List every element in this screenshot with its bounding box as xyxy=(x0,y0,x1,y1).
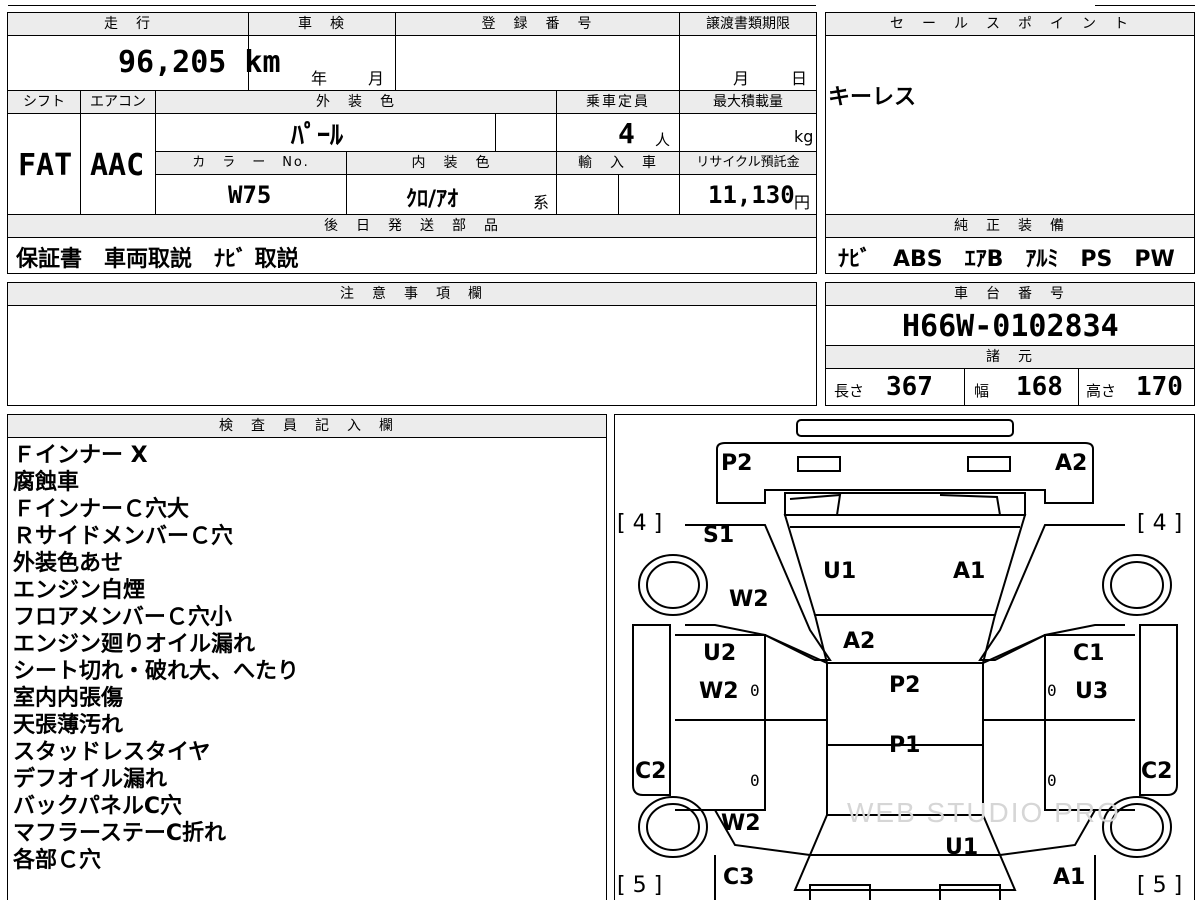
interior-color-suffix: 系 xyxy=(533,193,550,212)
inspector-note-item: デフオイル漏れ xyxy=(13,767,168,792)
sales-points-header: セ ー ル ス ポ イ ン ト xyxy=(826,13,1194,35)
inspector-note-item: ＦインナーＣ穴大 xyxy=(13,497,190,522)
inspector-header: 検 査 員 記 入 欄 xyxy=(8,415,606,437)
shaken-header: 車 検 xyxy=(249,13,395,35)
zero-mark-right-door: 0 xyxy=(1047,681,1057,700)
exterior-color-value: ﾊﾟｰﾙ xyxy=(291,121,344,151)
zero-mark-right-rear: 0 xyxy=(1047,771,1057,790)
vehicle-info-table: 走 行 車 検 登 録 番 号 譲渡書類期限 96,205 km 年 月 月 日… xyxy=(7,12,817,274)
deadline-day-unit: 日 xyxy=(791,69,808,88)
inspector-note-item: ＲサイドメンバーＣ穴 xyxy=(13,524,234,549)
import-header: 輸 入 車 xyxy=(557,152,679,174)
later-parts-value: 保証書 車両取説 ﾅﾋﾞ 取説 xyxy=(16,247,299,272)
damage-label-a1-hood: A1 xyxy=(953,559,986,584)
damage-label-a2-windshield: A2 xyxy=(843,629,876,654)
equipment-value: ﾅﾋﾞ ABS ｴｱB ｱﾙﾐ PS PW xyxy=(838,247,1175,272)
recycle-unit: 円 xyxy=(794,193,811,212)
length-label: 長さ xyxy=(834,382,865,400)
inspector-note-item: フロアメンバーＣ穴小 xyxy=(13,605,232,630)
max-load-unit: kg xyxy=(794,127,814,146)
inspector-note-item: 腐蝕車 xyxy=(13,470,80,495)
chassis-box: 車 台 番 号 H66W-0102834 諸 元 長さ 367 幅 168 高さ… xyxy=(825,282,1195,406)
zero-mark-left-rear: 0 xyxy=(750,771,760,790)
damage-label-p2-front-left: P2 xyxy=(721,451,753,476)
damage-label-w2-left-door: W2 xyxy=(699,679,739,704)
zero-mark-left-door: 0 xyxy=(750,681,760,700)
shaken-month-unit: 月 xyxy=(368,69,385,88)
damage-label-w2-left-rear: W2 xyxy=(721,811,761,836)
chassis-header: 車 台 番 号 xyxy=(826,283,1194,305)
damage-label-c2-right: C2 xyxy=(1141,759,1173,784)
inspector-note-item: 室内内張傷 xyxy=(13,686,124,711)
damage-label-p2-roof: P2 xyxy=(889,673,921,698)
height-value: 170 xyxy=(1136,372,1183,402)
mileage-header: 走 行 xyxy=(8,13,248,35)
caution-box: 注 意 事 項 欄 xyxy=(7,282,817,406)
damage-label-u1-rear: U1 xyxy=(945,835,979,860)
sales-points-value: キーレス xyxy=(828,85,917,110)
damage-label-c2-left: C2 xyxy=(635,759,667,784)
inspector-note-item: シート切れ・破れ大、へたり xyxy=(13,659,300,684)
tire-front-right-tread: [ 4 ] xyxy=(1137,511,1183,536)
damage-label-w2-left-front: W2 xyxy=(729,587,769,612)
tire-rear-right-tread: [ 5 ] xyxy=(1137,873,1183,898)
registration-header: 登 録 番 号 xyxy=(396,13,679,35)
inspector-note-item: エンジン白煙 xyxy=(13,578,146,603)
transfer-deadline-header: 譲渡書類期限 xyxy=(680,13,816,35)
width-label: 幅 xyxy=(974,382,990,400)
aircon-value: AAC xyxy=(90,148,145,183)
capacity-header: 乗車定員 xyxy=(557,91,679,113)
inspector-note-item: 外装色あせ xyxy=(13,551,124,576)
inspector-note-item: 天張薄汚れ xyxy=(13,713,124,738)
chassis-value: H66W-0102834 xyxy=(902,309,1119,344)
max-load-header: 最大積載量 xyxy=(680,91,816,113)
height-label: 高さ xyxy=(1086,382,1117,400)
deadline-month-unit: 月 xyxy=(733,69,750,88)
inspector-note-item: スタッドレスタイヤ xyxy=(13,740,211,765)
inspector-note-item: 各部Ｃ穴 xyxy=(13,848,102,873)
color-no-value: W75 xyxy=(228,181,272,209)
damage-label-c1-right-door: C1 xyxy=(1073,641,1105,666)
inspector-note-item: バックパネルC穴 xyxy=(13,794,183,819)
width-value: 168 xyxy=(1016,372,1063,402)
shift-value: FAT xyxy=(18,148,73,183)
shaken-year-unit: 年 xyxy=(311,69,328,88)
damage-label-c3-rear-left: C3 xyxy=(723,865,755,890)
inspector-box: 検 査 員 記 入 欄 Ｆインナー X 腐蝕車 ＦインナーＣ穴大 ＲサイドメンバーＣ穴… xyxy=(7,414,607,900)
shift-header: シフト xyxy=(8,91,80,113)
equipment-header: 純 正 装 備 xyxy=(826,215,1194,237)
length-value: 367 xyxy=(886,372,933,402)
watermark: WEB STUDIO PRO xyxy=(847,797,1121,828)
damage-label-u2-left-door: U2 xyxy=(703,641,737,666)
interior-color-header: 内 装 色 xyxy=(347,152,556,174)
damage-diagram-box: [ 4 ] [ 4 ] [ 5 ] [ 5 ] P2 A2 S1 W2 U1 A… xyxy=(614,414,1195,900)
caution-header: 注 意 事 項 欄 xyxy=(8,283,816,305)
mileage-value: 96,205 km xyxy=(118,45,281,80)
damage-label-a2-front-right: A2 xyxy=(1055,451,1088,476)
damage-label-p1-roof: P1 xyxy=(889,733,921,758)
tire-rear-left-tread: [ 5 ] xyxy=(617,873,663,898)
later-parts-header: 後 日 発 送 部 品 xyxy=(8,215,816,237)
inspector-note-item: エンジン廻りオイル漏れ xyxy=(13,632,256,657)
exterior-color-header: 外 装 色 xyxy=(156,91,556,113)
interior-color-value: ｸﾛ/ｱｵ xyxy=(406,187,459,212)
inspector-note-item: Ｆインナー X xyxy=(13,443,148,468)
tire-front-left-tread: [ 4 ] xyxy=(617,511,663,536)
aircon-header: エアコン xyxy=(81,91,155,113)
damage-label-a1-rear-right: A1 xyxy=(1053,865,1086,890)
inspector-note-item: マフラーステーC折れ xyxy=(13,821,227,846)
sales-points-box: セ ー ル ス ポ イ ン ト キーレス 純 正 装 備 ﾅﾋﾞ ABS ｴｱB… xyxy=(825,12,1195,274)
damage-label-s1: S1 xyxy=(703,523,735,548)
specs-header: 諸 元 xyxy=(826,346,1194,368)
inspector-notes-list: Ｆインナー X 腐蝕車 ＦインナーＣ穴大 ＲサイドメンバーＣ穴 外装色あせ エンジン白煙フ… xyxy=(13,442,299,874)
recycle-value: 11,130 xyxy=(708,181,795,209)
recycle-header: リサイクル預託金 xyxy=(680,152,816,174)
capacity-unit: 人 xyxy=(655,131,671,149)
top-strip-right xyxy=(1095,0,1195,6)
capacity-value: 4 xyxy=(618,117,635,150)
damage-label-u1-hood: U1 xyxy=(823,559,857,584)
color-no-header: カ ラ ー No. xyxy=(156,152,346,174)
damage-label-u3-right-door: U3 xyxy=(1075,679,1109,704)
top-strip xyxy=(8,0,816,6)
